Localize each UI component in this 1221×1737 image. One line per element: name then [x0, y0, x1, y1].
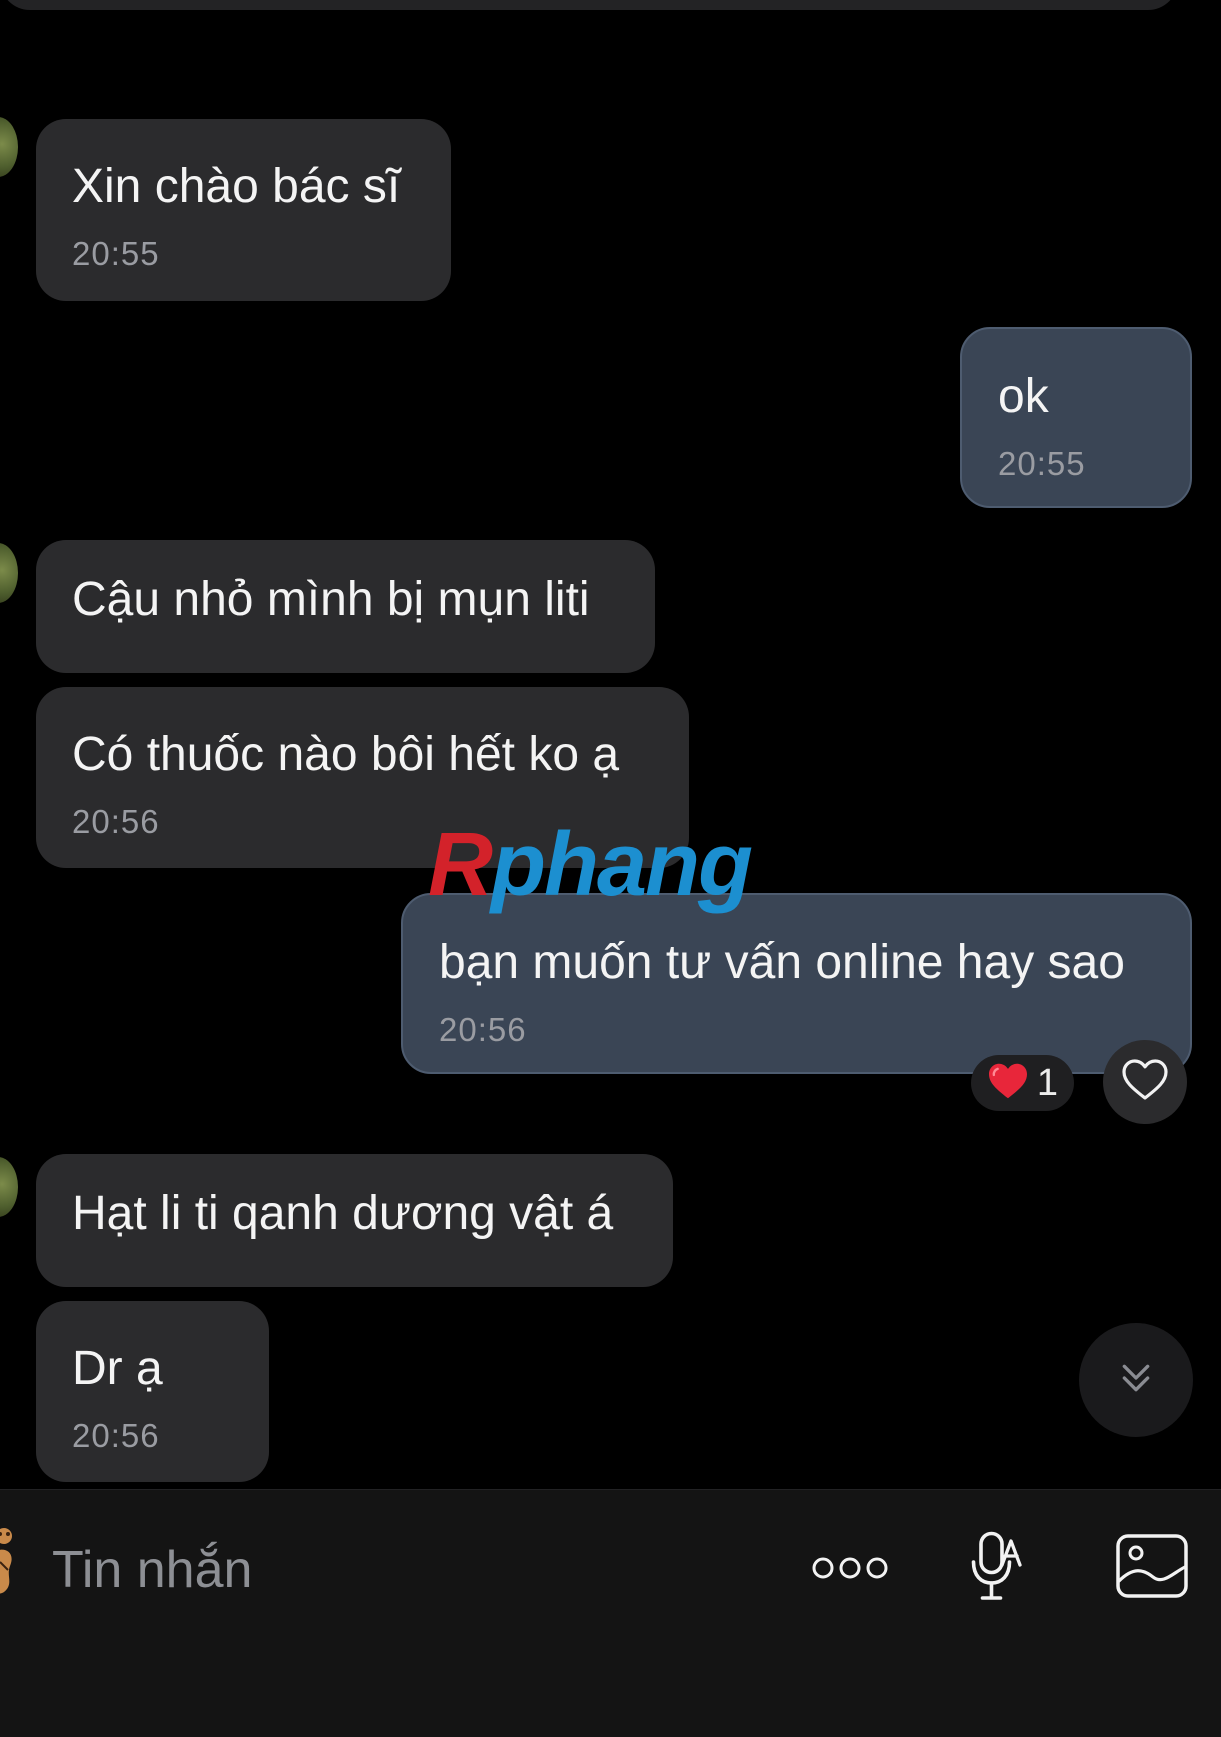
- message-bubble-incoming[interactable]: Xin chào bác sĩ 20:55: [36, 119, 451, 301]
- message-text: bạn muốn tư vấn online hay sao: [439, 936, 1125, 989]
- message-text: ok: [998, 370, 1049, 423]
- more-dots-icon: [810, 1553, 890, 1588]
- image-gallery-icon: [1115, 1533, 1189, 1604]
- message-text: Xin chào bác sĩ: [72, 160, 401, 213]
- react-heart-button[interactable]: [1103, 1040, 1187, 1124]
- double-chevron-down-icon: [1116, 1358, 1156, 1403]
- sticker-icon[interactable]: [0, 1522, 30, 1602]
- message-bubble-outgoing[interactable]: bạn muốn tư vấn online hay sao 20:56: [401, 893, 1192, 1074]
- voice-to-text-button[interactable]: [960, 1525, 1032, 1615]
- watermark-logo: Rphang: [428, 815, 753, 915]
- red-heart-icon: [987, 1062, 1029, 1105]
- contact-avatar[interactable]: [0, 543, 18, 603]
- heart-outline-icon: [1121, 1058, 1169, 1107]
- message-time: 20:55: [72, 235, 160, 272]
- image-gallery-button[interactable]: [1112, 1528, 1192, 1608]
- message-composer: [0, 1489, 1221, 1737]
- voice-to-text-mic-icon: [966, 1529, 1026, 1612]
- scroll-to-bottom-button[interactable]: [1079, 1323, 1193, 1437]
- message-text: Có thuốc nào bôi hết ko ạ: [72, 728, 620, 781]
- message-bubble-outgoing[interactable]: ok 20:55: [960, 327, 1192, 508]
- message-bubble-incoming[interactable]: Dr ạ 20:56: [36, 1301, 269, 1482]
- message-text: Hạt li ti qanh dương vật á: [72, 1187, 614, 1240]
- reaction-count: 1: [1036, 1061, 1059, 1104]
- message-text: Dr ạ: [72, 1342, 163, 1395]
- contact-avatar[interactable]: [0, 117, 18, 177]
- message-text: Cậu nhỏ mình bị mụn liti: [72, 573, 590, 626]
- message-time: 20:56: [439, 1011, 527, 1048]
- message-time: 20:56: [72, 803, 160, 840]
- message-bubble-incoming[interactable]: Cậu nhỏ mình bị mụn liti: [36, 540, 655, 673]
- message-time: 20:56: [72, 1417, 160, 1454]
- more-options-button[interactable]: [805, 1530, 895, 1610]
- message-input[interactable]: [50, 1534, 754, 1606]
- message-bubble-incoming[interactable]: Hạt li ti qanh dương vật á: [36, 1154, 673, 1287]
- message-time: 20:55: [998, 445, 1086, 482]
- reaction-badge[interactable]: 1: [971, 1055, 1074, 1111]
- contact-avatar[interactable]: [0, 1157, 18, 1217]
- chat-message-list[interactable]: Xin chào bác sĩ 20:55 ok 20:55 Cậu nhỏ m…: [0, 0, 1221, 1489]
